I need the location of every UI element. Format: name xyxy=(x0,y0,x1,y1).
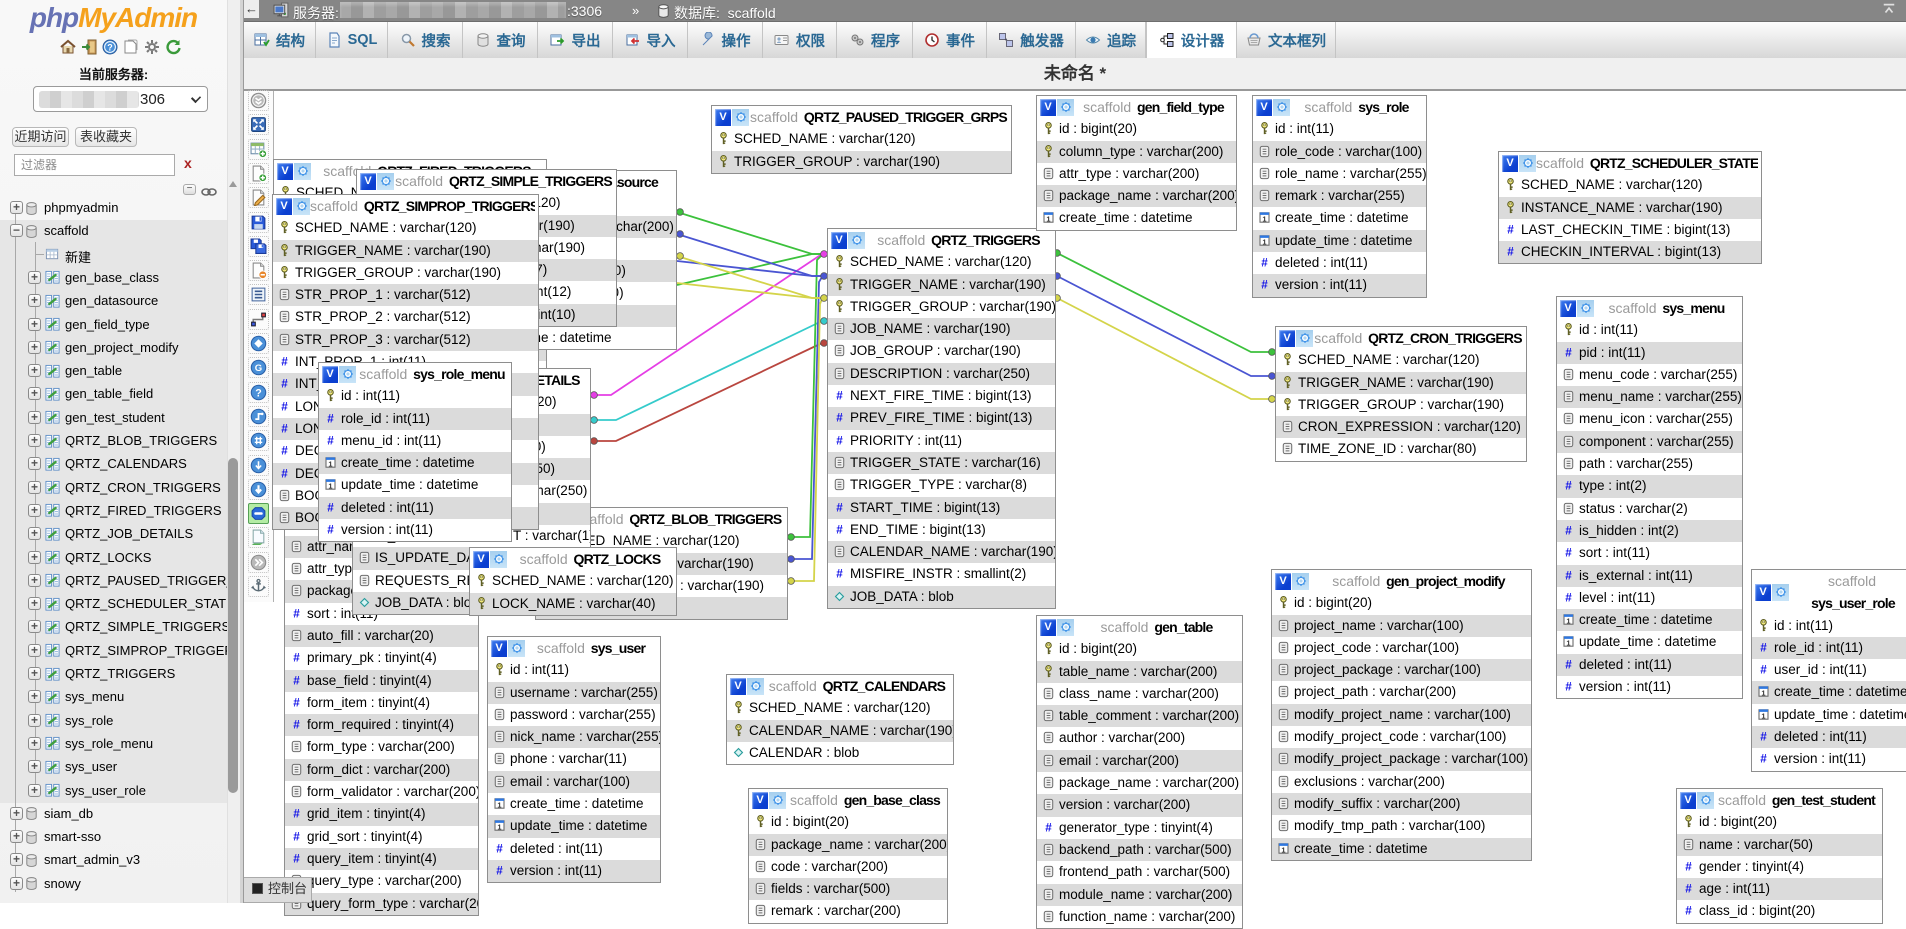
svg-text:#: # xyxy=(293,830,300,843)
svg-text:#: # xyxy=(1760,664,1767,677)
svg-text:#: # xyxy=(836,412,843,425)
svg-text:#: # xyxy=(281,400,288,413)
svg-text:#: # xyxy=(293,808,300,821)
svg-text:#: # xyxy=(1565,658,1572,671)
svg-text:#: # xyxy=(836,501,843,514)
svg-text:#: # xyxy=(1760,642,1767,655)
svg-text:#: # xyxy=(836,434,843,447)
svg-text:#: # xyxy=(293,674,300,687)
svg-text:1: 1 xyxy=(1262,237,1266,246)
svg-text:#: # xyxy=(293,719,300,732)
svg-text:1: 1 xyxy=(328,482,332,491)
svg-text:#: # xyxy=(1261,257,1268,270)
svg-text:1: 1 xyxy=(328,460,332,469)
svg-text:#: # xyxy=(1685,883,1692,896)
svg-text:#: # xyxy=(1507,224,1514,237)
svg-text:?: ? xyxy=(255,387,261,399)
svg-text:1: 1 xyxy=(1566,617,1570,626)
svg-text:1: 1 xyxy=(497,801,501,810)
svg-text:#: # xyxy=(496,865,503,878)
svg-text:#: # xyxy=(1565,346,1572,359)
svg-text:#: # xyxy=(1685,905,1692,918)
svg-text:#: # xyxy=(281,467,288,480)
svg-text:#: # xyxy=(281,356,288,369)
svg-text:1: 1 xyxy=(1262,215,1266,224)
svg-text:#: # xyxy=(1565,569,1572,582)
svg-text:#: # xyxy=(327,502,334,515)
svg-text:#: # xyxy=(1760,731,1767,744)
svg-text:#: # xyxy=(836,568,843,581)
svg-text:#: # xyxy=(1507,246,1514,259)
svg-text:#: # xyxy=(1565,592,1572,605)
svg-text:#: # xyxy=(293,652,300,665)
svg-text:#: # xyxy=(281,445,288,458)
svg-text:1: 1 xyxy=(1281,845,1285,854)
svg-text:G: G xyxy=(255,364,262,375)
svg-text:1: 1 xyxy=(1761,689,1765,698)
svg-text:#: # xyxy=(1045,821,1052,834)
svg-text:1: 1 xyxy=(1566,639,1570,648)
svg-text:#: # xyxy=(1760,753,1767,766)
svg-text:#: # xyxy=(327,412,334,425)
svg-text:#: # xyxy=(281,423,288,436)
svg-text:#: # xyxy=(1565,525,1572,538)
svg-text:#: # xyxy=(1261,279,1268,292)
svg-text:#: # xyxy=(293,853,300,866)
svg-text:#: # xyxy=(496,842,503,855)
svg-text:#: # xyxy=(1565,681,1572,694)
svg-text:#: # xyxy=(281,378,288,391)
svg-text:#: # xyxy=(836,524,843,537)
svg-text:1: 1 xyxy=(497,823,501,832)
svg-text:1: 1 xyxy=(1761,711,1765,720)
svg-text:#: # xyxy=(1685,861,1692,874)
svg-text:#: # xyxy=(836,390,843,403)
svg-text:#: # xyxy=(1565,547,1572,560)
svg-text:#: # xyxy=(293,607,300,620)
svg-text:#: # xyxy=(327,524,334,537)
svg-text:#: # xyxy=(293,697,300,710)
svg-text:#: # xyxy=(327,435,334,448)
svg-text:1: 1 xyxy=(1046,215,1050,224)
svg-text:#: # xyxy=(1565,480,1572,493)
